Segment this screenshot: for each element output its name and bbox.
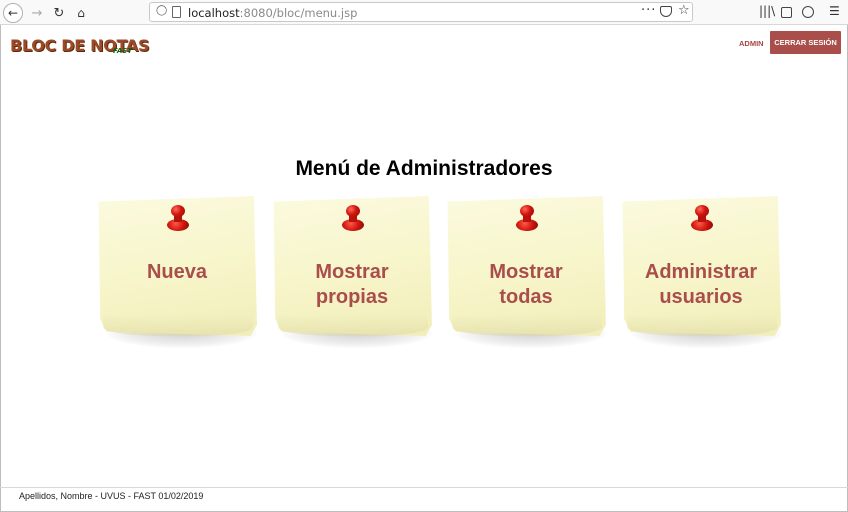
page-icon — [172, 6, 181, 18]
note-fold — [452, 314, 602, 336]
app-logo[interactable]: BLOC DE NOTAS FAST — [10, 36, 149, 60]
note-label: Nueva — [97, 260, 257, 285]
address-bar[interactable]: ◯ localhost:8080/bloc/menu.jsp ··· ☆ — [149, 2, 693, 22]
reload-icon[interactable]: ↻ — [49, 3, 69, 23]
note-nueva[interactable]: Nueva — [97, 196, 263, 364]
note-label: Mostrar todas — [446, 260, 606, 310]
note-label-line1: Mostrar — [489, 261, 563, 283]
url-host: localhost — [188, 6, 240, 20]
note-fold — [103, 314, 253, 336]
sidebar-icon[interactable] — [781, 7, 792, 18]
pocket-icon[interactable] — [660, 6, 672, 17]
url-path: :8080/bloc/menu.jsp — [239, 6, 358, 20]
note-fold — [627, 314, 777, 336]
note-mostrar-propias[interactable]: Mostrar propias — [272, 196, 438, 364]
pushpin-icon — [516, 205, 538, 233]
note-administrar-usuarios[interactable]: Administrar usuarios — [621, 196, 787, 364]
note-label: Administrar usuarios — [621, 260, 781, 310]
url-text[interactable]: localhost:8080/bloc/menu.jsp — [188, 6, 357, 20]
footer-text: Apellidos, Nombre - UVUS - FAST 01/02/20… — [19, 491, 204, 501]
bookmark-star-icon[interactable]: ☆ — [678, 3, 690, 18]
pushpin-icon — [342, 205, 364, 233]
note-fold — [278, 314, 428, 336]
page-title: Menú de Administradores — [295, 157, 553, 180]
note-mostrar-todas[interactable]: Mostrar todas — [446, 196, 612, 364]
account-icon[interactable] — [802, 6, 814, 18]
admin-link[interactable]: ADMIN — [739, 39, 764, 48]
back-arrow-icon[interactable]: ← — [3, 3, 23, 23]
note-label-line2: propias — [315, 286, 389, 308]
home-icon[interactable]: ⌂ — [71, 3, 91, 23]
forward-arrow-icon[interactable]: → — [27, 3, 47, 23]
note-label-line2: usuarios — [659, 286, 743, 308]
shield-icon[interactable]: ◯ — [156, 5, 167, 16]
note-label-line1: Administrar — [644, 261, 758, 283]
note-label-line1: Mostrar — [315, 261, 389, 283]
browser-toolbar: ← → ↻ ⌂ ◯ localhost:8080/bloc/menu.jsp ·… — [0, 0, 848, 25]
footer-divider — [0, 487, 848, 488]
more-dots-icon[interactable]: ··· — [641, 3, 656, 18]
logo-subtitle: FAST — [113, 47, 133, 55]
note-label-line1: Nueva — [146, 261, 208, 283]
hamburger-menu-icon[interactable]: ☰ — [829, 4, 840, 18]
pushpin-icon — [167, 205, 189, 233]
pushpin-icon — [691, 205, 713, 233]
note-label-line2: todas — [499, 286, 553, 308]
logout-button[interactable]: CERRAR SESIÓN — [770, 31, 841, 54]
library-icon[interactable]: |||\ — [759, 4, 775, 18]
note-label: Mostrar propias — [272, 260, 432, 310]
